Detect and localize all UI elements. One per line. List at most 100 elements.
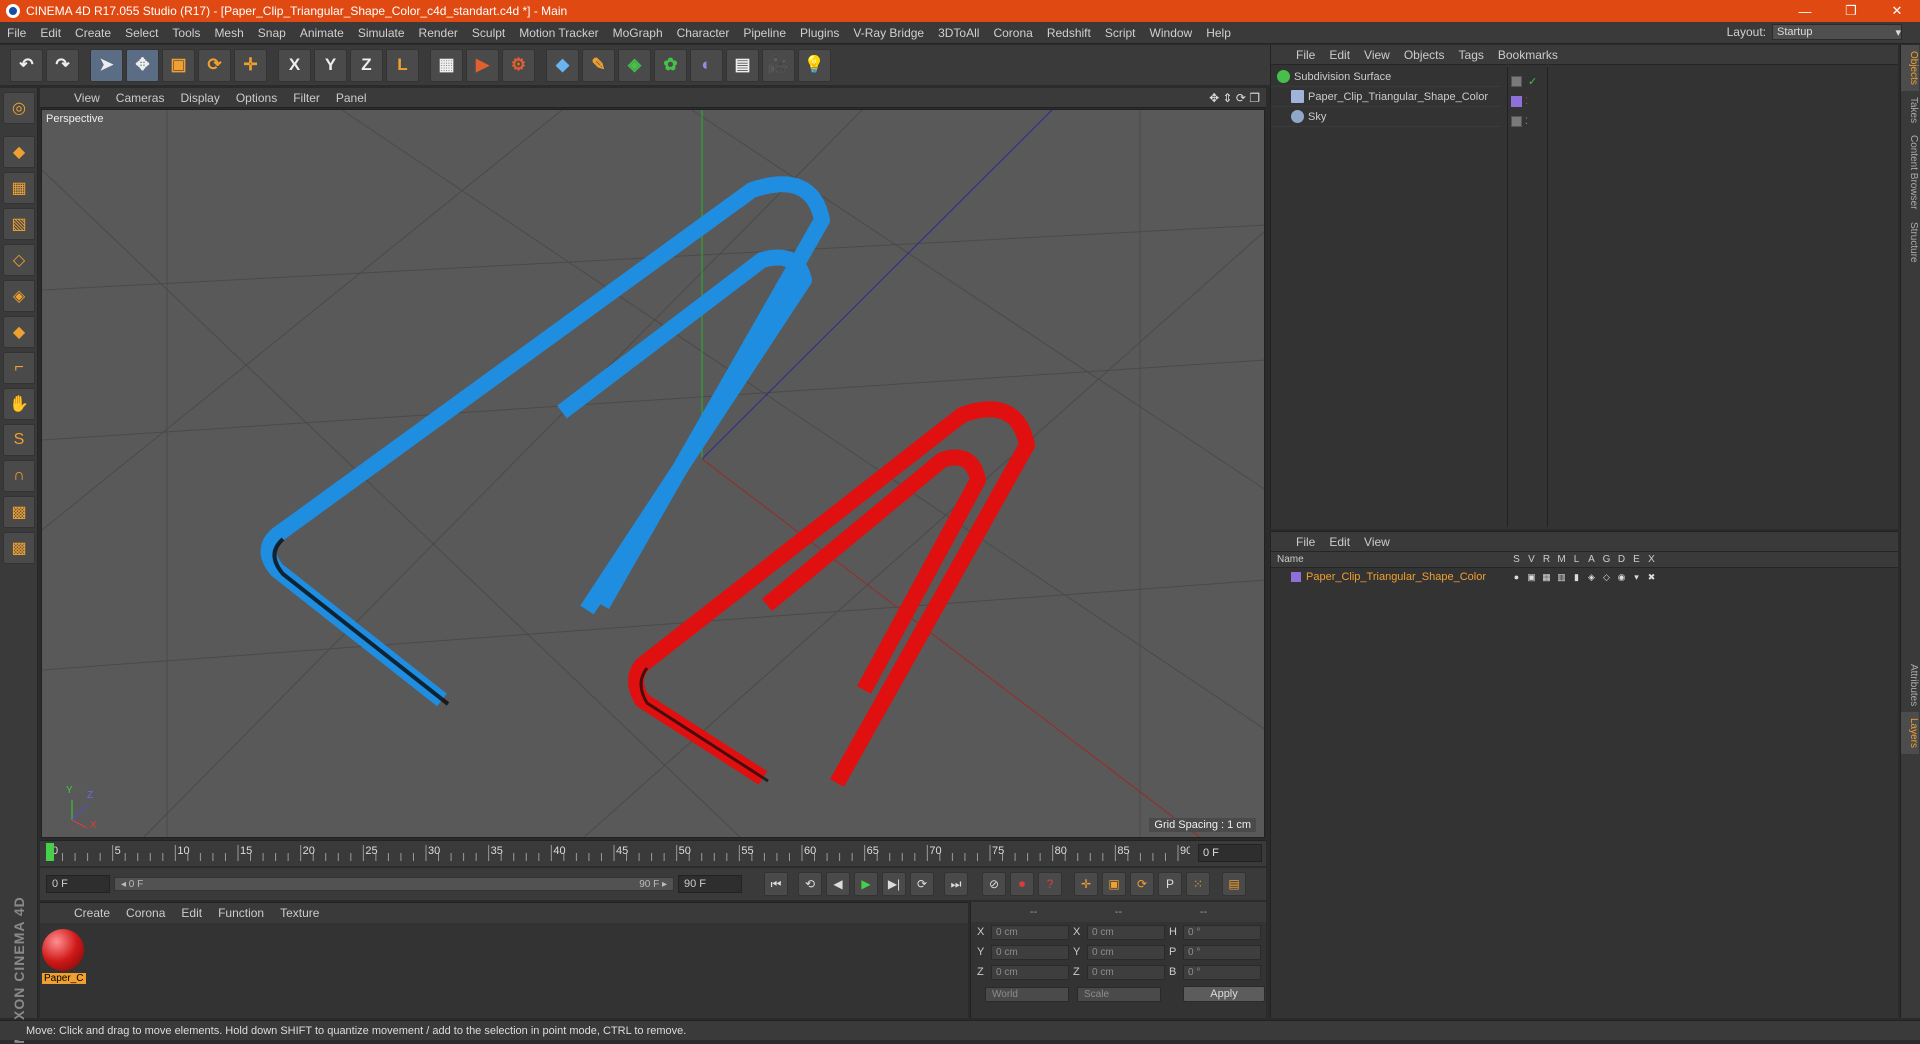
position-field[interactable]: 0 cm: [991, 964, 1069, 980]
layer-menu-file[interactable]: File: [1289, 535, 1322, 549]
menu-redshift[interactable]: Redshift: [1040, 26, 1098, 40]
layer-xref-icon[interactable]: ✖: [1644, 572, 1659, 583]
side-tab-content-browser[interactable]: Content Browser: [1901, 129, 1919, 215]
menu-edit[interactable]: Edit: [33, 26, 68, 40]
menu-corona[interactable]: Corona: [986, 26, 1039, 40]
object-row[interactable]: Sky: [1271, 107, 1501, 127]
timeline-window-button[interactable]: ▤: [1222, 872, 1246, 896]
key-pla-button[interactable]: ⁙: [1186, 872, 1210, 896]
menu-mesh[interactable]: Mesh: [207, 26, 250, 40]
go-to-end-button[interactable]: ⏭: [944, 872, 968, 896]
y-axis-lock-button[interactable]: Y: [314, 48, 347, 82]
layer-render-icon[interactable]: ▦: [1539, 572, 1554, 583]
side-tab-layers[interactable]: Layers: [1901, 712, 1919, 755]
position-field[interactable]: 0 cm: [991, 924, 1069, 940]
maximize-button[interactable]: ❐: [1828, 0, 1874, 22]
floor-object-button[interactable]: ▤: [726, 48, 759, 82]
viewport-menu-panel[interactable]: Panel: [328, 91, 375, 105]
timeline-ruler[interactable]: 0 5 10 15 20 25 30 35 40 45 50 55 60 65 70 75 80 85 90 0 F: [40, 840, 1266, 866]
coordinate-system-button[interactable]: L: [386, 48, 419, 82]
recent-tool-button[interactable]: ✛: [234, 48, 267, 82]
camera-object-button[interactable]: 🎥: [762, 48, 795, 82]
object-menu-view[interactable]: View: [1357, 48, 1397, 62]
layer-manager-icon[interactable]: ▥: [1554, 572, 1569, 583]
side-tab-objects[interactable]: Objects: [1901, 45, 1919, 91]
render-picture-viewer-button[interactable]: ▶: [466, 48, 499, 82]
key-scale-button[interactable]: ▣: [1102, 872, 1126, 896]
size-field[interactable]: 0 cm: [1087, 944, 1165, 960]
paper-clip-red[interactable]: [628, 401, 1035, 787]
object-tags[interactable]: ⁚: [1511, 111, 1543, 131]
render-settings-button[interactable]: ⚙: [502, 48, 535, 82]
layout-dropdown[interactable]: Startup ▾: [1772, 24, 1902, 40]
menu-character[interactable]: Character: [670, 26, 737, 40]
edges-mode-button[interactable]: ◈: [3, 280, 35, 312]
key-rotation-button[interactable]: ⟳: [1130, 872, 1154, 896]
next-key-button[interactable]: ⟳: [910, 872, 934, 896]
viewport-menu-display[interactable]: Display: [172, 91, 227, 105]
viewport-menu-cameras[interactable]: Cameras: [108, 91, 173, 105]
record-keys-off-button[interactable]: ⊘: [982, 872, 1006, 896]
visibility-dots-icon[interactable]: ⁚: [1525, 116, 1528, 127]
play-button[interactable]: ▶: [854, 872, 878, 896]
object-menu-file[interactable]: File: [1289, 48, 1322, 62]
cube-object-button[interactable]: ◆: [546, 48, 579, 82]
end-frame-field[interactable]: 90 F: [678, 875, 742, 893]
minimize-button[interactable]: —: [1782, 0, 1828, 22]
rotation-field[interactable]: 0 °: [1183, 964, 1261, 980]
current-frame-field[interactable]: 0 F: [1198, 844, 1262, 862]
undo-button[interactable]: ↶: [10, 48, 43, 82]
menu-mograph[interactable]: MoGraph: [606, 26, 670, 40]
apply-button[interactable]: Apply: [1183, 986, 1265, 1002]
layer-deformer-icon[interactable]: ◉: [1614, 572, 1629, 583]
preview-range-slider[interactable]: ◂ 0 F 90 F ▸: [114, 877, 674, 891]
live-selection-button[interactable]: ➤: [90, 48, 123, 82]
viewport-menu-filter[interactable]: Filter: [285, 91, 328, 105]
start-frame-field[interactable]: 0 F: [46, 875, 110, 893]
coord-transform-dropdown[interactable]: Scale: [1077, 986, 1161, 1002]
menu-v-ray-bridge[interactable]: V-Ray Bridge: [846, 26, 931, 40]
viewport-menu-options[interactable]: Options: [228, 91, 285, 105]
layer-locked-icon[interactable]: ▮: [1569, 572, 1584, 583]
points-mode-button[interactable]: ◇: [3, 244, 35, 276]
scale-tool-button[interactable]: ▣: [162, 48, 195, 82]
close-button[interactable]: ✕: [1874, 0, 1920, 22]
object-row[interactable]: Paper_Clip_Triangular_Shape_Color: [1271, 87, 1501, 107]
material-menu-function[interactable]: Function: [210, 906, 272, 920]
material-menu-texture[interactable]: Texture: [272, 906, 327, 920]
menu-simulate[interactable]: Simulate: [351, 26, 412, 40]
object-menu-objects[interactable]: Objects: [1397, 48, 1452, 62]
layer-name[interactable]: Paper_Clip_Triangular_Shape_Color: [1271, 571, 1509, 583]
autokey-button[interactable]: ?: [1038, 872, 1062, 896]
size-field[interactable]: 0 cm: [1087, 964, 1165, 980]
magnet-tool-button[interactable]: ∩: [3, 460, 35, 492]
go-to-start-button[interactable]: ⏮: [764, 872, 788, 896]
render-view-button[interactable]: ▦: [430, 48, 463, 82]
polygons-mode-button[interactable]: ◆: [3, 316, 35, 348]
menu-render[interactable]: Render: [412, 26, 465, 40]
object-row[interactable]: Subdivision Surface: [1271, 67, 1501, 87]
material-menu-create[interactable]: Create: [66, 906, 118, 920]
layer-menu-edit[interactable]: Edit: [1322, 535, 1357, 549]
rotation-field[interactable]: 0 °: [1183, 944, 1261, 960]
menu-tools[interactable]: Tools: [165, 26, 207, 40]
material-menu-edit[interactable]: Edit: [173, 906, 210, 920]
menu-select[interactable]: Select: [118, 26, 165, 40]
redo-button[interactable]: ↷: [46, 48, 79, 82]
material-swatch[interactable]: Paper_C: [42, 929, 86, 989]
pen-spline-button[interactable]: ✎: [582, 48, 615, 82]
workplane-snap-button[interactable]: ▩: [3, 532, 35, 564]
menu-create[interactable]: Create: [68, 26, 118, 40]
object-tags[interactable]: ⁚: [1511, 91, 1543, 111]
menu-window[interactable]: Window: [1143, 26, 1200, 40]
array-object-button[interactable]: ✿: [654, 48, 687, 82]
menu-sculpt[interactable]: Sculpt: [465, 26, 512, 40]
snap-toggle-button[interactable]: S: [3, 424, 35, 456]
previous-frame-button[interactable]: ◀: [826, 872, 850, 896]
rotation-field[interactable]: 0 °: [1183, 924, 1261, 940]
menu-help[interactable]: Help: [1199, 26, 1238, 40]
texture-mode-button[interactable]: ▦: [3, 172, 35, 204]
lock-workplane-button[interactable]: ▩: [3, 496, 35, 528]
menu-script[interactable]: Script: [1098, 26, 1143, 40]
coord-mode-dropdown[interactable]: World: [985, 986, 1069, 1002]
